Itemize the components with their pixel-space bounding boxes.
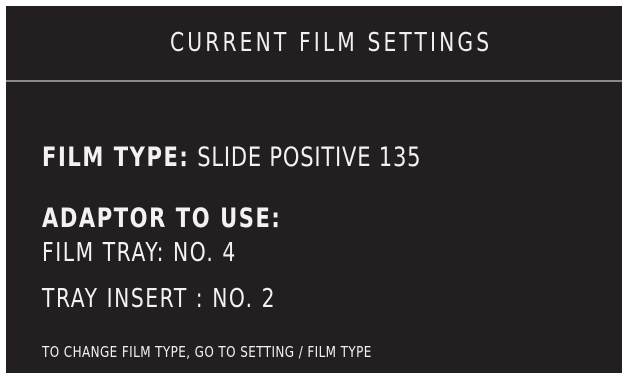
adaptor-heading: ADAPTOR TO USE:	[42, 203, 282, 234]
tray-insert-value: TRAY INSERT : NO. 2	[42, 284, 277, 314]
header-divider	[6, 80, 622, 82]
film-settings-screen: CURRENT FILM SETTINGS FILM TYPE: SLIDE PO…	[6, 6, 622, 373]
film-tray-value: FILM TRAY: NO. 4	[42, 238, 237, 268]
change-film-type-hint: TO CHANGE FILM TYPE, GO TO SETTING / FIL…	[42, 343, 372, 361]
header: CURRENT FILM SETTINGS	[6, 6, 622, 80]
page-title: CURRENT FILM SETTINGS	[170, 28, 493, 58]
film-type-row: FILM TYPE: SLIDE POSITIVE 135	[42, 142, 421, 173]
film-type-value: SLIDE POSITIVE 135	[197, 142, 422, 173]
film-type-label: FILM TYPE:	[42, 142, 190, 173]
